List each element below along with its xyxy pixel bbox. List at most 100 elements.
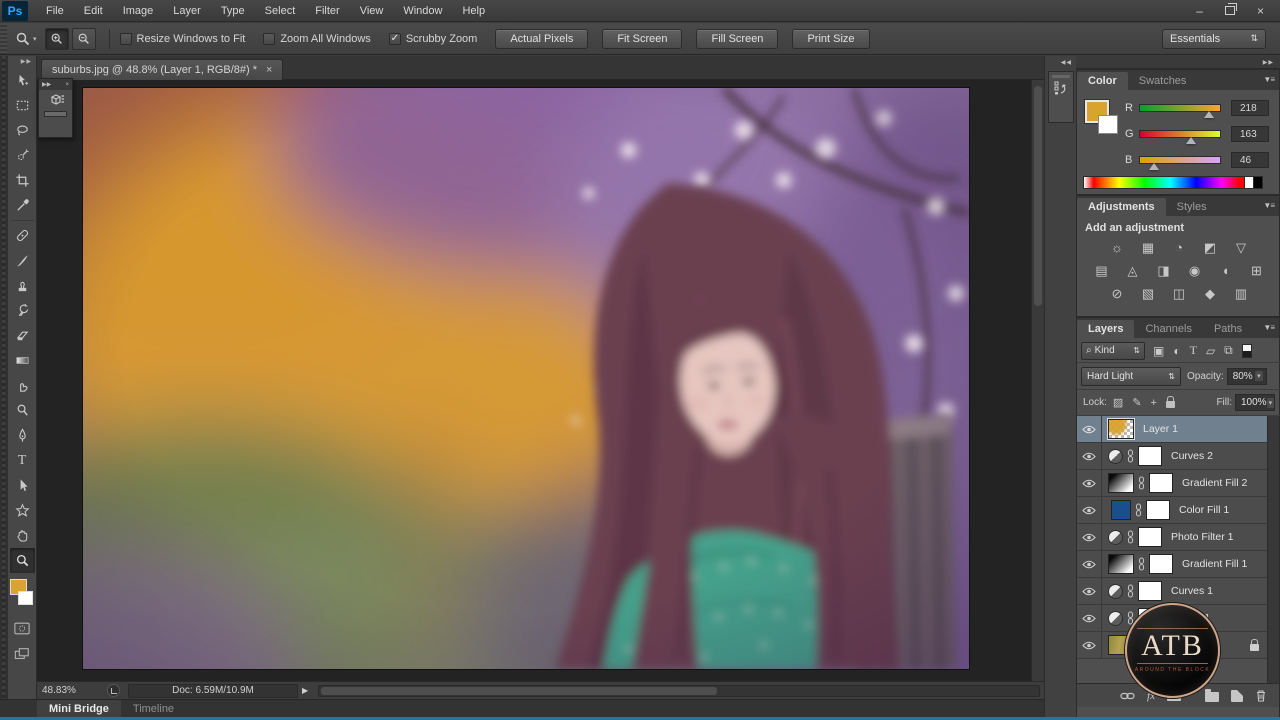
tab-channels[interactable]: Channels <box>1134 320 1202 338</box>
layer-mask-thumbnail[interactable] <box>1138 527 1162 547</box>
layer-mask-thumbnail[interactable] <box>1149 473 1173 493</box>
dock-collapse-icon[interactable]: ▶▶ <box>1263 59 1274 66</box>
fill-screen-button[interactable]: Fill Screen <box>696 28 779 49</box>
layers-scrollbar[interactable] <box>1267 416 1279 683</box>
hue-saturation-icon[interactable]: ▤ <box>1092 263 1112 279</box>
fit-screen-button[interactable]: Fit Screen <box>602 28 683 49</box>
lock-position-icon[interactable]: + <box>1151 397 1157 409</box>
visibility-toggle[interactable] <box>1077 470 1102 496</box>
adjustment-layer-icon[interactable] <box>1108 448 1123 464</box>
menu-image[interactable]: Image <box>113 0 164 22</box>
visibility-toggle[interactable] <box>1077 578 1102 604</box>
photo-filter-icon[interactable]: ◉ <box>1185 263 1205 279</box>
tool-hand[interactable] <box>10 523 35 548</box>
layer-thumbnail[interactable] <box>1108 419 1134 439</box>
tool-eraser[interactable] <box>10 323 35 348</box>
r-value-field[interactable]: 218 <box>1231 100 1269 116</box>
layer-name[interactable]: Photo Filter 1 <box>1171 531 1233 543</box>
resize-windows-checkbox[interactable]: Resize Windows to Fit <box>119 32 245 45</box>
tool-history-brush[interactable] <box>10 298 35 323</box>
layer-row-photo-filter-1[interactable]: Photo Filter 1 <box>1077 524 1267 551</box>
tab-mini-bridge[interactable]: Mini Bridge <box>37 699 121 718</box>
tool-move[interactable] <box>10 68 35 93</box>
color-lookup-icon[interactable]: ⊞ <box>1247 263 1267 279</box>
layer-mask-thumbnail[interactable] <box>1149 554 1173 574</box>
menu-layer[interactable]: Layer <box>163 0 211 22</box>
layer-row-curves-2[interactable]: Curves 2 <box>1077 443 1267 470</box>
tab-layers[interactable]: Layers <box>1077 320 1135 338</box>
zoom-all-windows-checkbox[interactable]: Zoom All Windows <box>263 32 371 45</box>
r-slider[interactable] <box>1139 104 1221 118</box>
panel-expand-icon[interactable]: ▶▶ <box>42 81 51 88</box>
lock-image-pixels-icon[interactable]: ✎ <box>1132 396 1141 409</box>
menu-view[interactable]: View <box>350 0 394 22</box>
panel-menu-icon[interactable]: ▼≡ <box>1263 201 1275 210</box>
tool-eyedropper[interactable] <box>10 193 35 218</box>
tool-clone-stamp[interactable] <box>10 273 35 298</box>
filter-smart-objects-icon[interactable]: ⧉ <box>1224 343 1233 358</box>
delete-layer-icon[interactable] <box>1255 689 1267 702</box>
layer-mask-thumbnail[interactable] <box>1138 581 1162 601</box>
mini-slider[interactable] <box>44 111 67 117</box>
tool-path-selection[interactable] <box>10 473 35 498</box>
background-color-swatch[interactable] <box>17 591 33 605</box>
layer-name[interactable]: Gradient Fill 2 <box>1182 477 1247 489</box>
blend-mode-dropdown[interactable]: Hard Light ⇅ <box>1081 366 1181 386</box>
visibility-toggle[interactable] <box>1077 605 1102 631</box>
dock-expand-icon[interactable]: ◀◀ <box>1045 56 1076 66</box>
screen-mode-button[interactable] <box>11 645 33 663</box>
tool-dodge[interactable] <box>10 398 35 423</box>
panel-menu-icon[interactable]: ▼≡ <box>1263 323 1275 332</box>
menu-type[interactable]: Type <box>211 0 255 22</box>
tool-brush[interactable] <box>10 248 35 273</box>
filter-type-layers-icon[interactable]: T <box>1190 343 1197 358</box>
layer-row-gradient-fill-2[interactable]: Gradient Fill 2 <box>1077 470 1267 497</box>
dropdown-icon[interactable]: ▾ <box>1266 397 1275 408</box>
zoom-level-field[interactable]: 48.83% <box>37 685 99 696</box>
minimize-button[interactable]: – <box>1196 5 1203 17</box>
tool-spot-healing-brush[interactable] <box>10 223 35 248</box>
tool-crop[interactable] <box>10 168 35 193</box>
layer-name[interactable]: Layer 1 <box>1143 423 1178 435</box>
tool-custom-shape[interactable] <box>10 498 35 523</box>
tab-color[interactable]: Color <box>1077 72 1128 90</box>
brightness-contrast-icon[interactable]: ☼ <box>1107 240 1127 256</box>
posterize-icon[interactable]: ▧ <box>1138 286 1158 302</box>
scrubby-zoom-checkbox[interactable]: ✓ Scrubby Zoom <box>388 32 477 45</box>
print-size-button[interactable]: Print Size <box>792 28 870 49</box>
background-color-swatch[interactable] <box>1098 115 1118 134</box>
threshold-icon[interactable]: ◫ <box>1169 286 1189 302</box>
layer-row-gradient-fill-1[interactable]: Gradient Fill 1 <box>1077 551 1267 578</box>
layer-name[interactable]: Color Fill 1 <box>1179 504 1229 516</box>
b-slider[interactable] <box>1139 156 1221 170</box>
layer-filter-toggle[interactable] <box>1241 343 1252 358</box>
new-group-icon[interactable] <box>1205 689 1219 702</box>
black-white-icon[interactable]: ◨ <box>1154 263 1174 279</box>
canvas-image[interactable] <box>83 88 969 669</box>
canvas-horizontal-scrollbar[interactable] <box>318 684 1040 697</box>
actual-pixels-button[interactable]: Actual Pixels <box>495 28 589 49</box>
adjustment-layer-icon[interactable] <box>1108 529 1123 545</box>
panel-menu-icon[interactable]: ▼≡ <box>1263 75 1275 84</box>
g-value-field[interactable]: 163 <box>1231 126 1269 142</box>
lock-transparent-pixels-icon[interactable]: ▨ <box>1113 396 1123 409</box>
menu-help[interactable]: Help <box>452 0 495 22</box>
status-menu-arrow-icon[interactable]: ▶ <box>302 686 308 695</box>
layer-filter-kind-dropdown[interactable]: ⌕ Kind ⇅ <box>1081 341 1145 360</box>
tab-timeline[interactable]: Timeline <box>121 700 186 718</box>
link-layers-icon[interactable] <box>1120 692 1135 700</box>
visibility-toggle[interactable] <box>1077 443 1102 469</box>
tab-adjustments[interactable]: Adjustments <box>1077 198 1166 216</box>
cube-icon[interactable] <box>47 93 65 109</box>
gradient-map-icon[interactable]: ◆ <box>1200 286 1220 302</box>
tool-quick-selection[interactable] <box>10 143 35 168</box>
visibility-toggle[interactable] <box>1077 632 1102 658</box>
levels-icon[interactable]: ▦ <box>1138 240 1158 256</box>
tool-type[interactable]: T <box>10 448 35 473</box>
panel-color-swatches[interactable] <box>1085 100 1119 136</box>
opacity-field[interactable]: 80% ▾ <box>1226 367 1267 385</box>
workspace-switcher[interactable]: Essentials ⇅ <box>1162 28 1266 49</box>
tool-lasso[interactable] <box>10 118 35 143</box>
tool-smudge[interactable] <box>10 373 35 398</box>
layer-name[interactable]: Gradient Fill 1 <box>1182 558 1247 570</box>
